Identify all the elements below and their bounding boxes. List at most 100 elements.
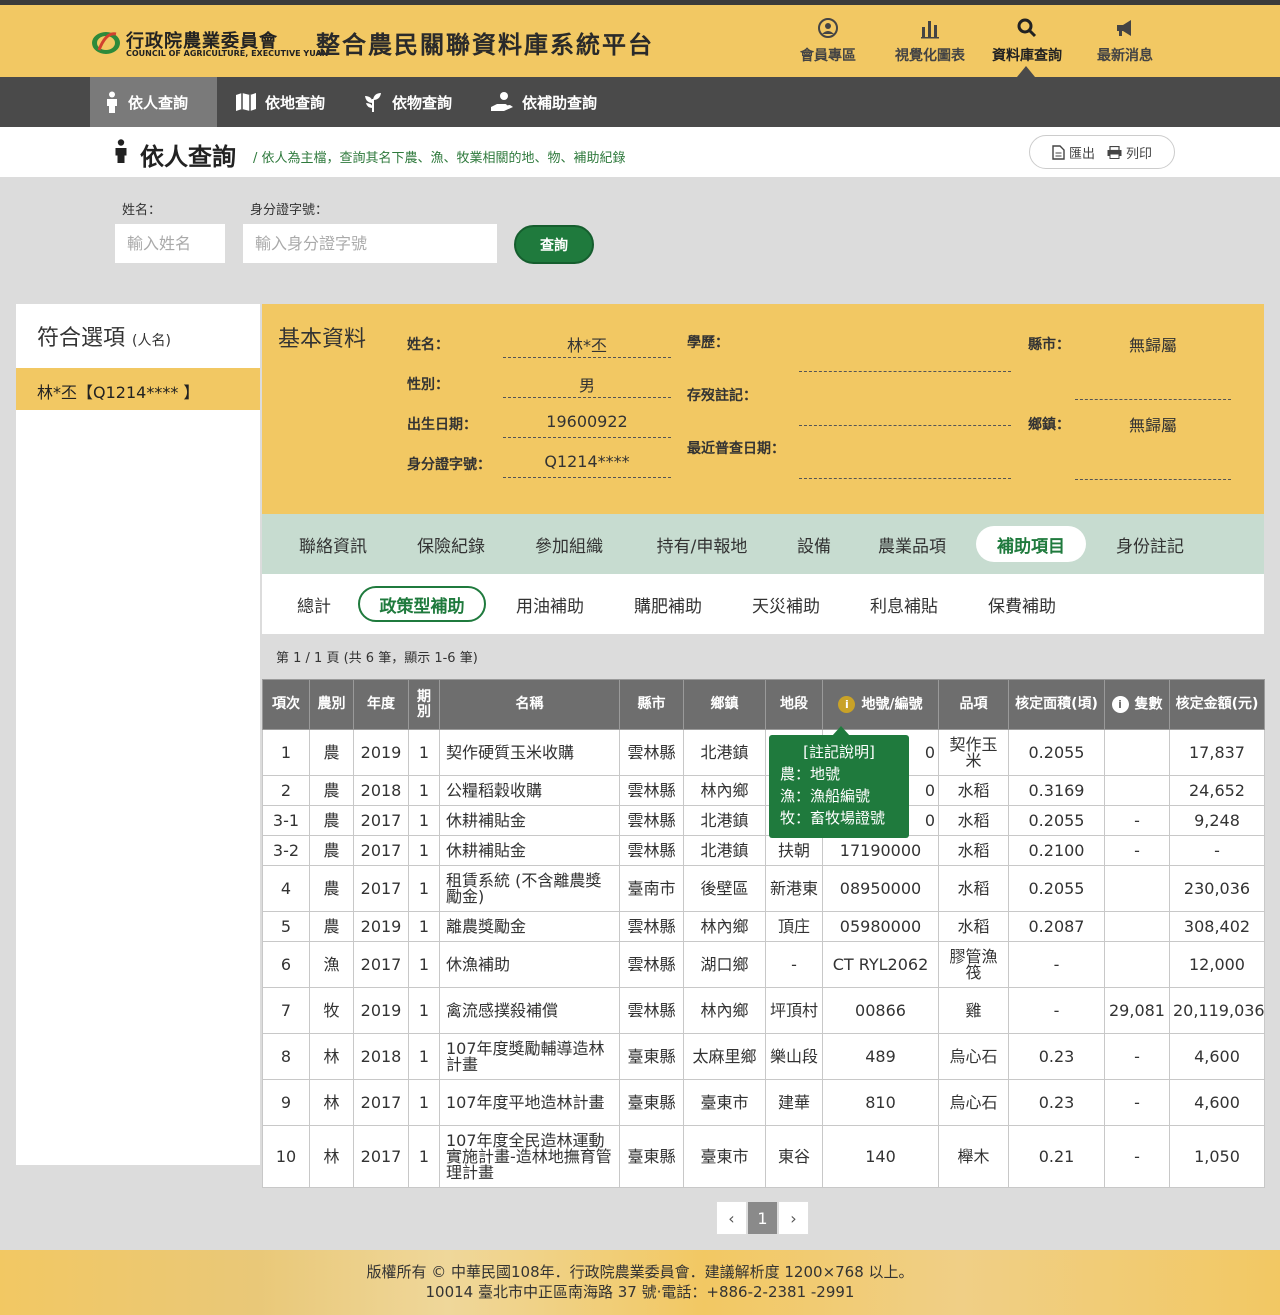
export-button[interactable]: 匯出: [1052, 143, 1095, 162]
cell-type: 農: [309, 805, 354, 836]
cell-year: 2017: [353, 941, 409, 988]
match-item[interactable]: 林*丕【Q1214**** 】: [16, 368, 260, 410]
cell-type: 林: [309, 1033, 354, 1080]
cell-type: 農: [309, 775, 354, 806]
tab-equipment[interactable]: 設備: [786, 526, 842, 562]
plant-icon: [362, 91, 384, 113]
nav-member-label: 會員專區: [800, 48, 856, 64]
tooltip-line: 牧：畜牧場證號: [780, 809, 886, 827]
hand-money-icon: [490, 91, 514, 113]
cell-area: 0.23: [1008, 1079, 1105, 1126]
cell-lot: 810: [822, 1079, 939, 1126]
cell-county: 臺東縣: [619, 1079, 684, 1126]
cell-index: 2: [262, 775, 310, 806]
cell-type: 漁: [309, 941, 354, 988]
next-page-button[interactable]: ›: [778, 1201, 809, 1235]
prev-page-button[interactable]: ‹: [716, 1201, 747, 1235]
name-input[interactable]: [115, 224, 225, 263]
cell-count: -: [1104, 1033, 1170, 1080]
cell-amount: 20,119,036: [1169, 987, 1265, 1034]
cell-section: 東谷: [765, 1125, 823, 1188]
cell-town: 林內鄉: [683, 911, 766, 942]
subnav-by-subsidy[interactable]: 依補助查詢: [476, 77, 611, 127]
subtab-fuel[interactable]: 用油補助: [500, 586, 600, 622]
tab-organization[interactable]: 參加組織: [520, 526, 618, 562]
county-field-label: 縣市：: [1028, 337, 1070, 353]
subnav-by-land[interactable]: 依地查詢: [221, 77, 339, 127]
table-row: 7 牧 2019 1 禽流感撲殺補償 雲林縣 林內鄉 坪頂村 00866 雞 -29,081 20,1…: [262, 987, 1265, 1034]
cell-type: 林: [309, 1079, 354, 1126]
tab-identity[interactable]: 身份註記: [1100, 526, 1200, 562]
col-count: i 隻數: [1104, 679, 1170, 730]
cell-town: 北港鎮: [683, 835, 766, 866]
footer-address: 10014 臺北市中正區南海路 37 號‧電話：+886-2-2381 -299…: [425, 1283, 855, 1301]
subnav-by-person[interactable]: 依人查詢: [90, 77, 217, 127]
cell-section: 坪頂村: [765, 987, 823, 1034]
table-row: 3-2 農 2017 1 休耕補貼金 雲林縣 北港鎮 扶朝 17190000 水稻 0.2100- -: [262, 835, 1265, 866]
cell-year: 2017: [353, 835, 409, 866]
cell-index: 6: [262, 941, 310, 988]
cell-county: 臺東縣: [619, 1033, 684, 1080]
cell-county: 雲林縣: [619, 987, 684, 1034]
col-lot: i 地號/編號: [822, 679, 939, 730]
print-button[interactable]: 列印: [1107, 143, 1152, 162]
cell-type: 農: [309, 911, 354, 942]
cell-count: -: [1104, 805, 1170, 836]
cell-index: 8: [262, 1033, 310, 1080]
gender-value: 男: [503, 370, 671, 398]
map-icon: [235, 92, 257, 112]
id-input[interactable]: [243, 224, 497, 263]
id-label: 身分證字號：: [250, 203, 329, 218]
tab-products[interactable]: 農業品項: [862, 526, 962, 562]
subtab-disaster[interactable]: 天災補助: [736, 586, 836, 622]
site-title: 整合農民關聯資料庫系統平台: [316, 31, 654, 59]
cell-index: 10: [262, 1125, 310, 1188]
cell-county: 雲林縣: [619, 911, 684, 942]
cell-item: 水稻: [938, 835, 1009, 866]
page-info: 第 1 / 1 頁 (共 6 筆，顯示 1-6 筆): [276, 651, 478, 666]
cell-town: 北港鎮: [683, 729, 766, 776]
nav-charts[interactable]: 視覺化圖表: [880, 17, 980, 65]
col-county: 縣市: [619, 679, 684, 730]
tab-contact[interactable]: 聯絡資訊: [284, 526, 382, 562]
table-row: 6 漁 2017 1 休漁補助 雲林縣 湖口鄉 - CT RYL2062 膠管漁筏 -12,000: [262, 941, 1265, 988]
info-icon[interactable]: i: [838, 696, 856, 713]
match-title: 符合選項 (人名): [37, 320, 171, 352]
cell-period: 1: [408, 911, 440, 942]
subtab-fertilizer[interactable]: 購肥補助: [618, 586, 718, 622]
town-field-label: 鄉鎮：: [1028, 417, 1070, 433]
cell-count: -: [1104, 1079, 1170, 1126]
cell-county: 雲林縣: [619, 729, 684, 776]
cell-item: 水稻: [938, 775, 1009, 806]
tab-land[interactable]: 持有/申報地: [638, 526, 766, 562]
bar-chart-icon: [880, 17, 980, 41]
cell-town: 林內鄉: [683, 775, 766, 806]
tab-insurance[interactable]: 保險紀錄: [402, 526, 500, 562]
subnav-by-item[interactable]: 依物查詢: [348, 77, 466, 127]
cell-item: 水稻: [938, 805, 1009, 836]
tab-subsidy[interactable]: 補助項目: [976, 526, 1086, 562]
page-title: 依人查詢: [140, 143, 236, 171]
subtab-policy[interactable]: 政策型補助: [358, 586, 486, 622]
nav-member[interactable]: 會員專區: [778, 17, 878, 65]
cell-period: 1: [408, 729, 440, 776]
col-index: 項次: [262, 679, 310, 730]
cell-amount: 24,652: [1169, 775, 1265, 806]
info-icon[interactable]: i: [1111, 696, 1129, 713]
page-1-button[interactable]: 1: [747, 1201, 778, 1235]
cell-item: 膠管漁筏: [938, 941, 1009, 988]
printer-icon: [1107, 145, 1122, 159]
nav-news[interactable]: 最新消息: [1075, 17, 1175, 65]
nav-database[interactable]: 資料庫查詢: [977, 17, 1077, 65]
match-panel: 符合選項 (人名) 林*丕【Q1214**** 】: [16, 304, 260, 1165]
subtab-interest[interactable]: 利息補貼: [854, 586, 954, 622]
search-button[interactable]: 查詢: [514, 225, 594, 264]
subnav-by-person-label: 依人查詢: [128, 93, 189, 112]
subtab-total[interactable]: 總計: [284, 586, 344, 622]
print-label: 列印: [1126, 146, 1153, 162]
subtab-premium[interactable]: 保費補助: [972, 586, 1072, 622]
cell-name: 休漁補助: [439, 941, 620, 988]
table-row: 9 林 2017 1 107年度平地造林計畫 臺東縣 臺東市 建華 810 烏心石 0.23-4,6…: [262, 1079, 1265, 1126]
cell-count: [1104, 941, 1170, 988]
table-row: 10 林 2017 1 107年度全民造林運動實施計畫-造林地撫育管理計畫 臺東縣 臺東市東…: [262, 1125, 1265, 1188]
